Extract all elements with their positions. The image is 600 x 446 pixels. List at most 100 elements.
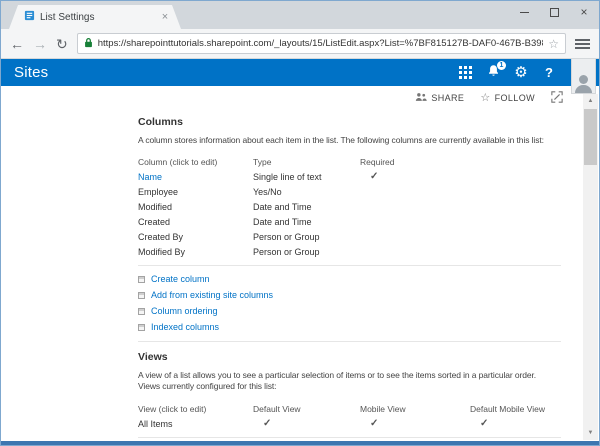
focus-mode-button[interactable] [551, 91, 563, 105]
table-row: Modified By Person or Group [138, 244, 559, 259]
scrollbar-thumb[interactable] [584, 109, 597, 165]
window-bottom-border [1, 441, 599, 445]
close-button[interactable]: × [569, 1, 599, 23]
mobile-view-check-icon: ✓ [360, 418, 470, 429]
list-bullet-icon [138, 308, 145, 315]
divider [138, 437, 561, 438]
create-column-label[interactable]: Create column [151, 274, 210, 284]
user-avatar[interactable] [571, 59, 596, 94]
avatar-head-icon [579, 75, 588, 84]
column-type: Single line of text [253, 172, 360, 182]
sharepoint-list-icon [24, 8, 35, 26]
share-label: SHARE [431, 93, 464, 103]
page-actions-bar: SHARE ☆ FOLLOW [1, 86, 599, 110]
divider [138, 265, 561, 266]
views-table-header: View (click to edit) Default View Mobile… [138, 401, 559, 416]
settings-button[interactable]: ⚙ [507, 59, 535, 86]
browser-window: List Settings × × ← → ↻ https://sharepoi… [0, 0, 600, 446]
list-bullet-icon [138, 292, 145, 299]
default-view-check-icon: ✓ [253, 418, 360, 429]
list-bullet-icon [138, 276, 145, 283]
add-from-existing-site-columns-link[interactable]: Add from existing site columns [138, 287, 559, 303]
app-launcher-button[interactable] [451, 59, 479, 86]
bookmark-star-icon[interactable]: ☆ [548, 38, 559, 50]
column-header-name: Column (click to edit) [138, 157, 253, 167]
back-icon[interactable]: ← [10, 37, 24, 51]
forward-icon[interactable]: → [33, 37, 47, 51]
indexed-columns-label[interactable]: Indexed columns [151, 322, 219, 332]
minimize-button[interactable] [509, 1, 539, 23]
follow-label: FOLLOW [495, 93, 535, 103]
column-link-created[interactable]: Created [138, 217, 253, 227]
scroll-up-icon[interactable]: ▲ [583, 94, 598, 108]
app-launcher-icon [459, 66, 472, 79]
divider [138, 341, 561, 342]
column-link-name[interactable]: Name [138, 172, 253, 182]
table-row: Created Date and Time [138, 214, 559, 229]
add-from-existing-label[interactable]: Add from existing site columns [151, 290, 273, 300]
help-icon: ? [545, 65, 553, 80]
tab-title: List Settings [40, 12, 154, 23]
tab-close-icon[interactable]: × [159, 11, 171, 23]
browser-tab[interactable]: List Settings × [9, 5, 181, 29]
column-type: Person or Group [253, 232, 360, 242]
follow-button[interactable]: ☆ FOLLOW [480, 93, 535, 104]
lock-icon [84, 35, 93, 53]
default-mobile-view-check-icon: ✓ [470, 418, 590, 429]
table-row: Name Single line of text ✓ [138, 169, 559, 184]
tab-strip: List Settings × × [1, 1, 599, 29]
view-header-mobile: Mobile View [360, 404, 470, 414]
column-link-modified-by[interactable]: Modified By [138, 247, 253, 257]
focus-mode-icon [551, 91, 563, 105]
share-icon [415, 92, 427, 104]
column-type: Yes/No [253, 187, 360, 197]
column-ordering-label[interactable]: Column ordering [151, 306, 218, 316]
suite-bar-icons: 1 ⚙ ? [451, 59, 563, 86]
refresh-icon[interactable]: ↻ [56, 37, 68, 51]
views-section-title: Views [138, 351, 559, 363]
notification-badge: 1 [497, 61, 506, 70]
share-button[interactable]: SHARE [415, 92, 464, 104]
column-ordering-link[interactable]: Column ordering [138, 303, 559, 319]
gear-icon: ⚙ [514, 65, 527, 80]
address-toolbar: ← → ↻ https://sharepointtutorials.sharep… [1, 29, 599, 59]
required-check-icon: ✓ [360, 171, 470, 182]
address-bar[interactable]: https://sharepointtutorials.sharepoint.c… [77, 33, 566, 54]
column-type: Person or Group [253, 247, 360, 257]
view-header-default-mobile: Default Mobile View [470, 404, 590, 414]
column-type: Date and Time [253, 217, 360, 227]
views-description: A view of a list allows you to see a par… [138, 370, 559, 392]
window-controls: × [509, 1, 599, 23]
column-header-type: Type [253, 157, 360, 167]
list-bullet-icon [138, 324, 145, 331]
column-type: Date and Time [253, 202, 360, 212]
vertical-scrollbar[interactable]: ▲ ▼ [583, 94, 598, 440]
list-settings-content: Columns A column stores information abou… [1, 110, 599, 441]
scroll-down-icon[interactable]: ▼ [583, 426, 598, 440]
maximize-button[interactable] [539, 1, 569, 23]
view-link-all-items[interactable]: All Items [138, 419, 253, 429]
minimize-icon [520, 12, 529, 13]
views-section: Views A view of a list allows you to see… [138, 351, 559, 441]
suite-bar: Sites 1 ⚙ ? [1, 59, 599, 86]
avatar-body-icon [575, 85, 592, 93]
table-row: Employee Yes/No [138, 184, 559, 199]
table-row: Created By Person or Group [138, 229, 559, 244]
help-button[interactable]: ? [535, 59, 563, 86]
browser-menu-icon[interactable] [575, 39, 590, 49]
column-link-employee[interactable]: Employee [138, 187, 253, 197]
columns-table-header: Column (click to edit) Type Required [138, 154, 559, 169]
table-row: All Items ✓ ✓ ✓ [138, 416, 559, 431]
notifications-button[interactable]: 1 [479, 59, 507, 86]
create-column-link[interactable]: Create column [138, 271, 559, 287]
table-row: Modified Date and Time [138, 199, 559, 214]
url-text: https://sharepointtutorials.sharepoint.c… [98, 38, 544, 49]
column-link-modified[interactable]: Modified [138, 202, 253, 212]
view-header-name: View (click to edit) [138, 404, 253, 414]
view-header-default: Default View [253, 404, 360, 414]
column-link-created-by[interactable]: Created By [138, 232, 253, 242]
columns-section-title: Columns [138, 116, 559, 128]
indexed-columns-link[interactable]: Indexed columns [138, 319, 559, 335]
columns-description: A column stores information about each i… [138, 135, 559, 145]
follow-star-icon: ☆ [480, 93, 490, 104]
